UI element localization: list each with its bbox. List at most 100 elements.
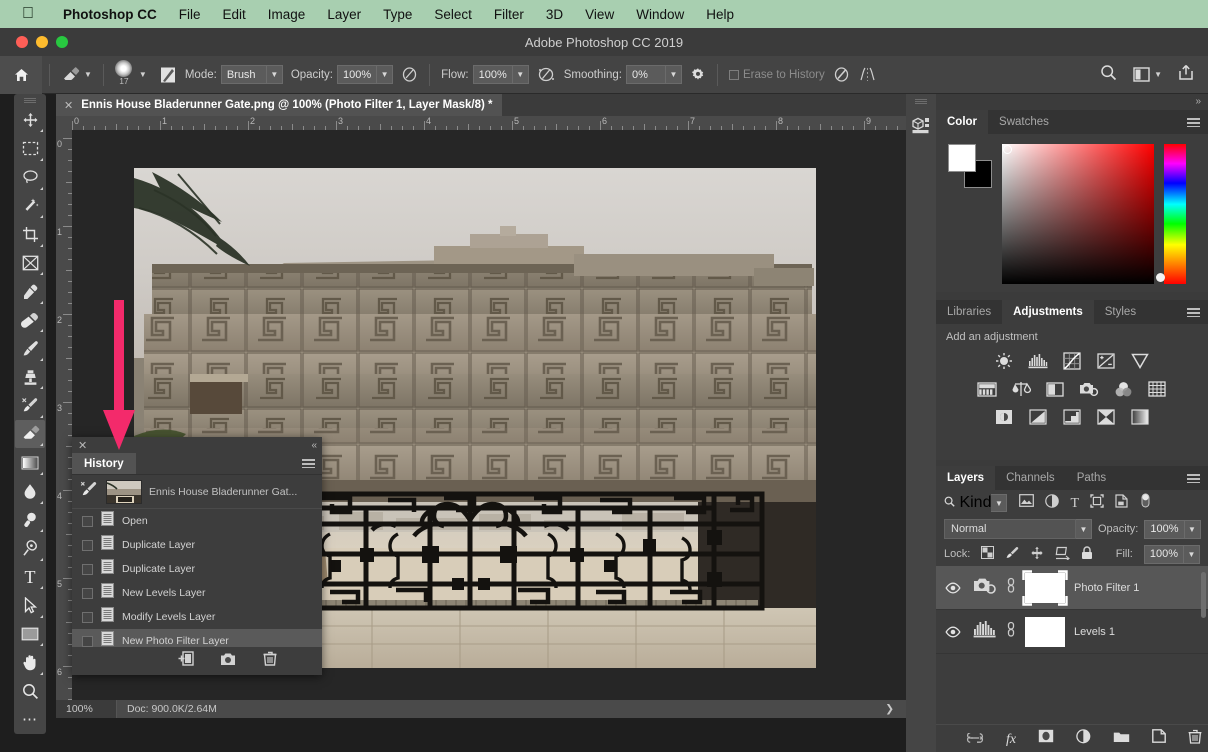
selective-color-icon[interactable]	[1095, 407, 1117, 427]
delete-state-icon[interactable]	[263, 651, 277, 671]
horizontal-ruler[interactable]: 0 1 2 3 4 5 6 7 8 9	[56, 116, 906, 130]
tab-channels[interactable]: Channels	[995, 466, 1066, 490]
new-layer-icon[interactable]	[1152, 729, 1166, 748]
menu-item-layer[interactable]: Layer	[316, 7, 372, 22]
menu-item-edit[interactable]: Edit	[212, 7, 257, 22]
lock-image-pixels-icon[interactable]	[1005, 546, 1019, 563]
history-brush-toggle[interactable]	[82, 563, 93, 575]
color-field[interactable]	[1002, 144, 1154, 284]
tab-layers[interactable]: Layers	[936, 466, 996, 490]
tool-preset-picker[interactable]: ▼	[57, 66, 96, 84]
filter-type-icon[interactable]: T	[1070, 494, 1079, 512]
layer-row-photo-filter-1[interactable]: Photo Filter 1	[936, 566, 1208, 610]
delete-layer-icon[interactable]	[1188, 729, 1202, 749]
color-balance-icon[interactable]	[1010, 379, 1032, 399]
tab-adjustments[interactable]: Adjustments	[1002, 300, 1094, 324]
layer-blend-mode[interactable]: Normal ▼	[944, 519, 1092, 539]
lock-transparent-pixels-icon[interactable]	[981, 546, 995, 562]
vertical-ruler[interactable]: 01234567	[56, 130, 72, 700]
crop-tool[interactable]	[15, 220, 45, 249]
eyedropper-tool[interactable]	[15, 277, 45, 306]
filter-toggle-icon[interactable]	[1139, 492, 1152, 514]
levels-icon[interactable]	[1027, 351, 1049, 371]
hand-tool[interactable]	[15, 648, 45, 677]
panel-grip[interactable]	[915, 99, 927, 105]
zoom-tool[interactable]	[15, 677, 45, 706]
history-state-row[interactable]: Modify Levels Layer	[72, 605, 322, 629]
hue-saturation-icon[interactable]	[976, 379, 998, 399]
history-brush-toggle[interactable]	[82, 539, 93, 551]
layer-opacity-input[interactable]: 100% ▼	[1144, 519, 1201, 539]
panel-menu-icon[interactable]	[1187, 110, 1208, 134]
erase-to-history-checkbox[interactable]: Erase to History	[725, 69, 829, 81]
tab-libraries[interactable]: Libraries	[936, 300, 1002, 324]
new-document-from-state-icon[interactable]	[178, 651, 194, 671]
link-layers-icon[interactable]	[966, 730, 984, 748]
layer-fill-input[interactable]: 100% ▼	[1143, 544, 1200, 564]
brightness-contrast-icon[interactable]	[993, 351, 1015, 371]
new-group-icon[interactable]	[1113, 730, 1130, 748]
mask-link-icon[interactable]	[1006, 576, 1016, 599]
layers-scrollbar[interactable]	[1201, 572, 1206, 618]
close-icon[interactable]: ✕	[78, 439, 87, 452]
collapse-icon[interactable]: «	[311, 440, 316, 451]
tab-color[interactable]: Color	[936, 110, 989, 134]
history-brush-tool[interactable]	[15, 391, 45, 420]
3d-panel-icon[interactable]	[906, 108, 936, 142]
hue-slider-marker[interactable]	[1156, 273, 1165, 282]
threshold-icon[interactable]	[1061, 407, 1083, 427]
frame-tool[interactable]	[15, 249, 45, 278]
chevron-right-icon[interactable]: ❯	[873, 700, 906, 718]
layer-style-fx-icon[interactable]: fx	[1006, 730, 1016, 748]
history-state-row[interactable]: Duplicate Layer	[72, 557, 322, 581]
invert-icon[interactable]	[993, 407, 1015, 427]
smoothing-input[interactable]: 0% ▼	[625, 65, 682, 84]
brush-tool[interactable]	[15, 334, 45, 363]
mask-link-icon[interactable]	[1006, 620, 1016, 643]
tab-swatches[interactable]: Swatches	[988, 110, 1060, 134]
opacity-input[interactable]: 100% ▼	[337, 65, 394, 84]
type-tool[interactable]: T	[15, 563, 45, 592]
brush-preset-preview[interactable]: 17	[111, 59, 137, 90]
gradient-tool[interactable]	[15, 448, 45, 477]
menu-item-type[interactable]: Type	[372, 7, 423, 22]
exposure-icon[interactable]	[1095, 351, 1117, 371]
menu-item-filter[interactable]: Filter	[483, 7, 535, 22]
tablet-pressure-icon[interactable]	[829, 66, 854, 83]
zoom-level[interactable]: 100%	[56, 703, 116, 715]
workspace-switcher[interactable]: ▼	[1133, 67, 1162, 82]
share-icon[interactable]	[1178, 64, 1194, 86]
new-adjustment-layer-icon[interactable]	[1076, 728, 1091, 749]
layer-filter-kind[interactable]: Kind ▼	[944, 494, 1008, 512]
document-tab[interactable]: ✕ Ennis House Bladerunner Gate.png @ 100…	[56, 94, 503, 116]
filter-smart-object-icon[interactable]	[1115, 493, 1128, 513]
search-icon[interactable]	[1100, 64, 1117, 86]
menu-item-window[interactable]: Window	[625, 7, 695, 22]
new-snapshot-icon[interactable]	[220, 652, 237, 671]
color-field-marker[interactable]	[1003, 145, 1012, 154]
posterize-icon[interactable]	[1027, 407, 1049, 427]
dodge-tool[interactable]	[15, 506, 45, 535]
photo-filter-icon[interactable]	[1078, 379, 1100, 399]
menu-item-help[interactable]: Help	[695, 7, 745, 22]
magic-wand-tool[interactable]	[15, 192, 45, 221]
panel-grip[interactable]	[24, 98, 36, 104]
chevron-down-icon[interactable]: ▼	[84, 70, 92, 79]
tab-paths[interactable]: Paths	[1066, 466, 1117, 490]
lock-position-icon[interactable]	[1030, 546, 1044, 563]
curves-icon[interactable]	[1061, 351, 1083, 371]
lasso-tool[interactable]	[15, 163, 45, 192]
flow-input[interactable]: 100% ▼	[472, 65, 529, 84]
eye-icon[interactable]	[942, 582, 964, 594]
layer-mask-thumbnail[interactable]	[1022, 569, 1068, 606]
filter-adjustment-icon[interactable]	[1045, 493, 1060, 513]
layer-row-levels-1[interactable]: Levels 1	[936, 610, 1208, 654]
gradient-map-icon[interactable]	[1129, 407, 1151, 427]
menu-item-photoshop[interactable]: Photoshop CC	[52, 7, 168, 22]
eraser-tool[interactable]	[15, 419, 45, 449]
filter-pixel-icon[interactable]	[1019, 494, 1035, 512]
collapse-panels-icon[interactable]: »	[1195, 96, 1200, 107]
symmetry-icon[interactable]	[854, 66, 881, 83]
lock-artboard-nesting-icon[interactable]	[1055, 546, 1071, 563]
black-white-icon[interactable]	[1044, 379, 1066, 399]
